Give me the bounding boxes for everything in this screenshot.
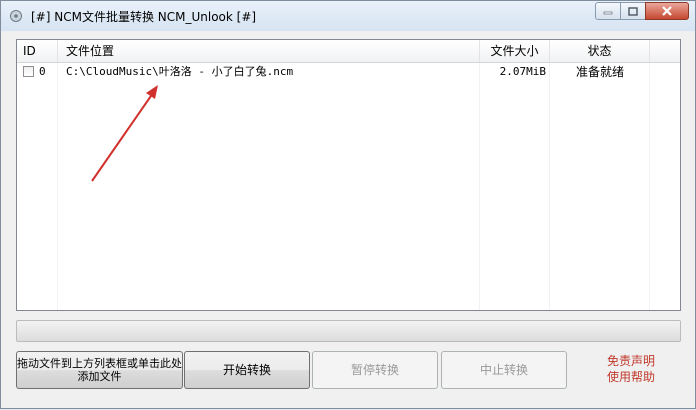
column-header-empty bbox=[650, 40, 680, 62]
row-size: 2.07MiB bbox=[499, 65, 546, 78]
row-status: 准备就绪 bbox=[575, 65, 624, 79]
disclaimer-link[interactable]: 免责声明 bbox=[601, 353, 661, 369]
start-convert-button[interactable]: 开始转换 bbox=[184, 351, 310, 389]
row-id: 0 bbox=[39, 65, 46, 78]
list-header: ID 文件位置 文件大小 状态 bbox=[17, 40, 680, 63]
stop-convert-button[interactable]: 中止转换 bbox=[441, 351, 567, 389]
conversion-progress-bar bbox=[16, 320, 681, 342]
table-row[interactable]: 0 C:\CloudMusic\叶洛洛 - 小了白了兔.ncm 2.07MiB … bbox=[17, 63, 680, 81]
column-header-id[interactable]: ID bbox=[17, 40, 58, 62]
close-icon bbox=[662, 6, 672, 16]
row-path: C:\CloudMusic\叶洛洛 - 小了白了兔.ncm bbox=[66, 65, 294, 78]
row-checkbox[interactable] bbox=[23, 66, 34, 77]
maximize-button[interactable] bbox=[620, 2, 646, 20]
column-header-size[interactable]: 文件大小 bbox=[480, 40, 550, 62]
file-list[interactable]: ID 文件位置 文件大小 状态 0 C:\CloudMusic\叶洛洛 - 小了… bbox=[16, 39, 681, 311]
add-files-button[interactable]: 拖动文件到上方列表框或单击此处添加文件 bbox=[16, 351, 183, 389]
window-title: [#] NCM文件批量转换 NCM_Unlook [#] bbox=[31, 10, 257, 24]
usage-help-link[interactable]: 使用帮助 bbox=[601, 369, 661, 385]
column-header-path[interactable]: 文件位置 bbox=[58, 40, 480, 62]
minimize-button[interactable] bbox=[595, 2, 621, 20]
close-button[interactable] bbox=[645, 2, 689, 20]
title-bar[interactable]: [#] NCM文件批量转换 NCM_Unlook [#] bbox=[1, 1, 695, 31]
maximize-icon bbox=[628, 6, 638, 16]
window-controls bbox=[595, 2, 689, 21]
app-window: [#] NCM文件批量转换 NCM_Unlook [#] ID 文件位置 文件大… bbox=[0, 0, 696, 409]
column-header-status[interactable]: 状态 bbox=[550, 40, 650, 62]
pause-convert-button[interactable]: 暂停转换 bbox=[312, 351, 438, 389]
client-area: ID 文件位置 文件大小 状态 0 C:\CloudMusic\叶洛洛 - 小了… bbox=[9, 31, 688, 403]
minimize-icon bbox=[603, 11, 613, 15]
help-links: 免责声明 使用帮助 bbox=[601, 353, 661, 385]
app-icon bbox=[10, 10, 22, 22]
